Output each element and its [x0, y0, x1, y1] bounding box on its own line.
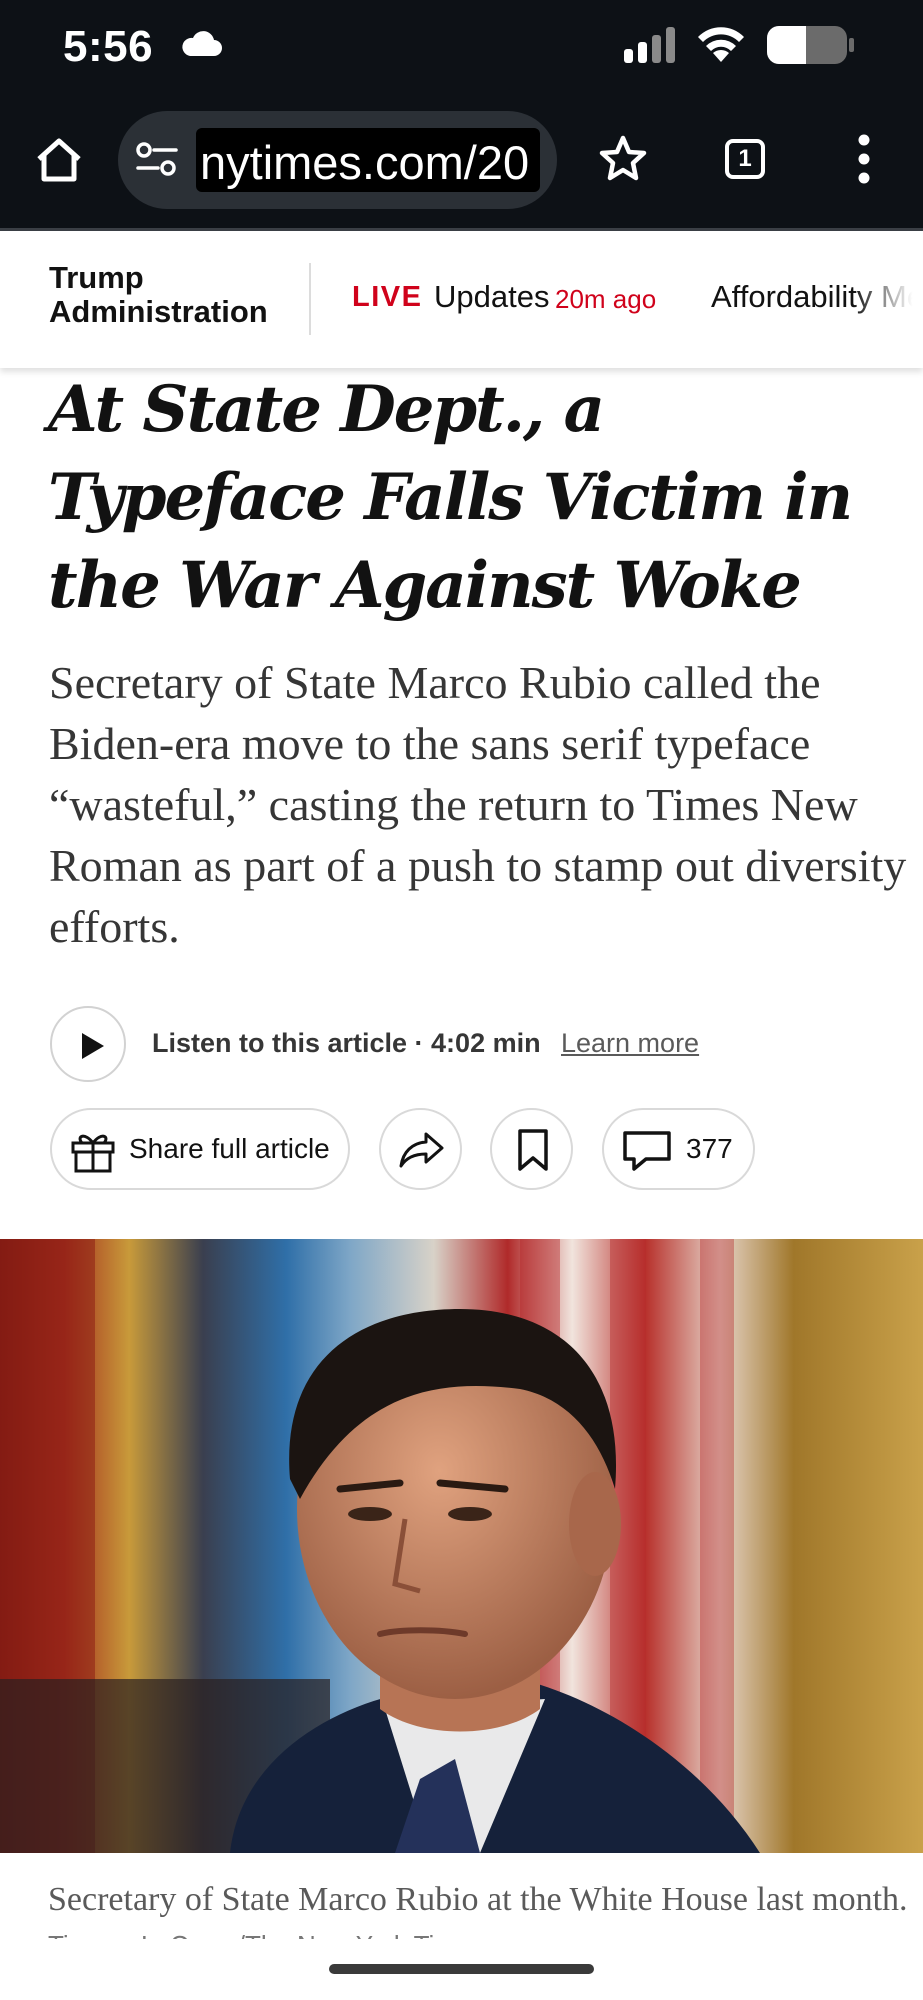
comments-button[interactable]: 377 [602, 1108, 755, 1190]
star-icon[interactable] [598, 134, 648, 189]
comment-icon [623, 1131, 671, 1171]
url-field[interactable]: nytimes.com/20 [196, 128, 540, 192]
tabs-icon[interactable]: 1 [725, 139, 765, 179]
play-icon [82, 1033, 104, 1059]
headline: At State Dept., a Typeface Falls Victim … [48, 372, 853, 623]
bookmark-icon [518, 1129, 548, 1171]
live-tag[interactable]: LIVE [352, 281, 422, 314]
address-bar[interactable]: nytimes.com/20 [118, 111, 557, 209]
play-button[interactable] [50, 1006, 126, 1082]
share-arrow-icon [399, 1132, 444, 1168]
save-button[interactable] [490, 1108, 573, 1190]
signal-icon [622, 27, 678, 68]
wifi-icon [695, 22, 747, 69]
photo-credit: Tierney L. Cross/The New York Times [48, 1930, 483, 1939]
caption-text: Secretary of State Marco Rubio at the Wh… [48, 1881, 908, 1918]
status-bar: 5:56 [0, 0, 923, 95]
caption-area: Secretary of State Marco Rubio at the Wh… [0, 1853, 923, 1939]
learn-more-link[interactable]: Learn more [561, 1028, 699, 1059]
gift-icon [70, 1128, 116, 1179]
share-full-article-button[interactable]: Share full article [50, 1108, 350, 1190]
site-settings-icon[interactable] [136, 142, 178, 181]
browser-toolbar: nytimes.com/20 1 [0, 95, 923, 231]
divider [309, 263, 311, 335]
cloud-icon [180, 30, 222, 63]
live-updates-link[interactable]: Updates [434, 279, 549, 315]
photo-illustration [0, 1239, 760, 1853]
section-nav: Trump Administration LIVE Updates 20m ag… [0, 231, 923, 368]
status-time: 5:56 [63, 22, 154, 71]
listen-label: Listen to this article · 4:02 min [152, 1028, 541, 1058]
menu-icon[interactable] [854, 133, 874, 190]
nav-fade [853, 231, 923, 368]
url-text: nytimes.com/20 [200, 136, 530, 189]
share-button[interactable] [379, 1108, 462, 1190]
battery-icon [766, 24, 854, 71]
photo-caption: Secretary of State Marco Rubio at the Wh… [48, 1878, 908, 1939]
home-indicator[interactable] [329, 1964, 594, 1974]
article-photo[interactable] [0, 1239, 923, 1853]
article-summary: Secretary of State Marco Rubio called th… [49, 657, 907, 952]
updated-timestamp: 20m ago [555, 284, 657, 314]
section-name[interactable]: Trump Administration [49, 261, 289, 329]
home-icon[interactable] [34, 135, 84, 185]
comment-count: 377 [686, 1133, 733, 1164]
share-full-article-label: Share full article [129, 1133, 330, 1164]
